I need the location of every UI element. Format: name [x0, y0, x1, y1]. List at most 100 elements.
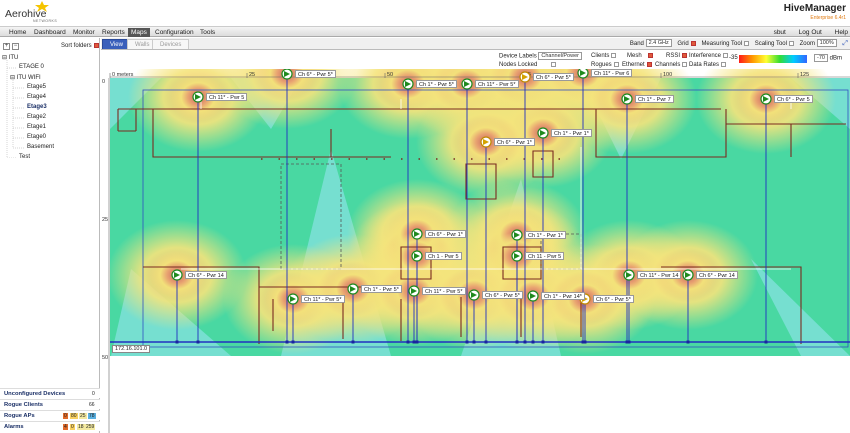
fullscreen-icon[interactable]: ⤢	[842, 40, 848, 47]
map-tabs: View Walls Devices Band 2.4 GHz Grid Mea…	[101, 38, 850, 50]
nodes-locked[interactable]: Nodes Locked	[499, 61, 557, 69]
unconfigured-devices-box[interactable]: Unconfigured Devices 0	[0, 388, 100, 398]
ruler-x-label: 25	[249, 72, 255, 78]
ruler-x-label: 0 meters	[112, 72, 134, 78]
count-unconfigured: 0	[92, 391, 95, 397]
cable-port	[686, 340, 690, 344]
ruler-y-label: 0	[102, 79, 105, 85]
aerohive-logo[interactable]: Aerohive NETWORKS	[5, 1, 65, 24]
sort-folders[interactable]: Sort folders	[61, 43, 99, 49]
ruler-x-label: 100	[663, 72, 672, 78]
folder-tree-panel: + − Sort folders ⊟ ITU ETAGE 0 ⊟ ITU WIF…	[0, 38, 100, 433]
ap-label[interactable]: Ch 1 - Pwr 5	[425, 252, 462, 260]
channels-checkbox[interactable]	[682, 61, 688, 67]
interference-option[interactable]: Interference	[689, 52, 729, 60]
rogues-checkbox[interactable]	[613, 61, 619, 67]
ap-label[interactable]: Ch 6* - Pwr 5*	[533, 73, 574, 81]
sort-folders-checkbox[interactable]	[93, 43, 99, 48]
ethernet-checkbox[interactable]	[646, 61, 652, 67]
logout-link[interactable]: Log Out	[799, 29, 822, 36]
interference-checkbox[interactable]	[723, 52, 729, 58]
rssi-min-label: -35	[729, 55, 738, 61]
mesh-checkbox[interactable]	[647, 52, 653, 58]
ap-label[interactable]: Ch 1* - Pwr 7	[635, 95, 674, 103]
rogue-clients-box[interactable]: Rogue Clients 66	[0, 399, 100, 409]
device-labels-select[interactable]: Channel/Power	[538, 52, 582, 60]
cable-port	[764, 340, 768, 344]
ap-label[interactable]: Ch 6* - Pwr 1*	[425, 230, 466, 238]
cable-port	[484, 340, 488, 344]
data-rates-option[interactable]: Data Rates	[689, 61, 727, 69]
tab-devices[interactable]: Devices	[152, 39, 190, 49]
ap-label[interactable]: Ch 1* - Pwr 14*	[541, 292, 585, 300]
ap-label[interactable]: Ch 6* - Pwr 1*	[494, 138, 535, 146]
scaling-tool-label: Scaling Tool	[754, 41, 787, 47]
menu-reports[interactable]: Reports	[99, 28, 128, 37]
product-version: Enterprise 6.4r1	[810, 15, 846, 21]
menu-tools[interactable]: Tools	[197, 28, 218, 37]
ap-label[interactable]: Ch 6* - Pwr 14	[696, 271, 738, 279]
floor-plan-canvas[interactable]: 0 meters25507510012502550	[101, 69, 850, 433]
ap-label[interactable]: Ch 11 - Pwr 5	[525, 252, 565, 260]
band-select[interactable]: 2.4 GHz	[645, 39, 672, 48]
ap-label[interactable]: Ch 6* - Pwr 14	[185, 271, 227, 279]
cable-port	[627, 340, 631, 344]
ap-label[interactable]: Ch 6* - Pwr 5*	[295, 70, 336, 78]
count-alarms-1: 0	[70, 424, 75, 430]
rssi-option[interactable]: RSSI	[666, 52, 688, 60]
cable-port	[541, 340, 545, 344]
clients-checkbox[interactable]	[611, 52, 617, 58]
ap-label[interactable]: Ch 6* - Pwr 5	[774, 95, 813, 103]
menu-home[interactable]: Home	[6, 28, 29, 37]
floor-map[interactable]: 0 meters25507510012502550 Ch 11* - Pwr 5…	[101, 69, 850, 433]
alarms-box[interactable]: Alarms 4 0 18 259	[0, 421, 100, 431]
ap-label[interactable]: Ch 6* - Pwr 5*	[482, 291, 523, 299]
menu-monitor[interactable]: Monitor	[70, 28, 98, 37]
ap-label[interactable]: Ch 11* - Pwr 14	[637, 271, 682, 279]
band-label: Band	[629, 41, 644, 47]
ap-label[interactable]: Ch 1* - Pwr 1*	[525, 231, 566, 239]
count-rogue-aps-1: 80	[70, 413, 78, 419]
ap-label[interactable]: Ch 11* - Pwr 5*	[475, 80, 519, 88]
ap-label[interactable]: Ch 11* - Pwr 6	[591, 69, 633, 77]
count-alarms-0: 4	[63, 424, 68, 430]
menu-configuration[interactable]: Configuration	[152, 28, 197, 37]
channels-option[interactable]: Channels	[655, 61, 688, 69]
ap-label[interactable]: Ch 6* - Pwr 5*	[593, 295, 634, 303]
header: Aerohive NETWORKS HiveManager Enterprise…	[0, 0, 850, 26]
grid-checkbox[interactable]	[690, 40, 696, 46]
ap-label[interactable]: Ch 1* - Pwr 5*	[416, 80, 457, 88]
user-name[interactable]: sbut	[774, 29, 786, 36]
help-link[interactable]: Help	[835, 29, 848, 36]
clients-option[interactable]: Clients	[591, 52, 617, 60]
scaling-tool-checkbox[interactable]	[788, 40, 794, 46]
ap-label[interactable]: Ch 1* - Pwr 5*	[361, 285, 402, 293]
hivemanager-app: Aerohive NETWORKS HiveManager Enterprise…	[0, 0, 850, 433]
menu-dashboard[interactable]: Dashboard	[31, 28, 69, 37]
rssi-checkbox[interactable]	[682, 52, 688, 58]
count-alarms-2: 18	[77, 424, 85, 430]
ap-label[interactable]: Ch 1* - Pwr 1*	[551, 129, 592, 137]
ap-label[interactable]: Ch 11* - Pwr 5	[206, 93, 248, 101]
cable-port	[465, 340, 469, 344]
tree-item-basement[interactable]: Basement	[27, 144, 54, 150]
ethernet-option[interactable]: Ethernet	[622, 61, 652, 69]
zoom-select[interactable]: 100%	[816, 39, 837, 48]
menu-maps[interactable]: Maps	[128, 28, 150, 37]
cable-port	[415, 340, 419, 344]
ap-label[interactable]: Ch 11* - Pwr 5*	[422, 287, 466, 295]
rogue-aps-box[interactable]: Rogue APs 0 80 25 78	[0, 410, 100, 420]
cable-port	[285, 340, 289, 344]
cable-port	[351, 340, 355, 344]
data-rates-checkbox[interactable]	[721, 61, 727, 67]
ap-label[interactable]: Ch 11* - Pwr 5*	[301, 295, 345, 303]
rssi-threshold-select[interactable]: -70	[814, 54, 828, 62]
measuring-tool-checkbox[interactable]	[744, 40, 750, 46]
mesh-option[interactable]: Mesh	[627, 52, 653, 60]
subnet-label: 172.16.101.0	[112, 345, 151, 353]
count-rogue-aps-2: 25	[79, 413, 87, 419]
rogues-option[interactable]: Rogues	[591, 61, 619, 69]
nodes-locked-checkbox[interactable]	[551, 61, 557, 67]
product-brand: HiveManager Enterprise 6.4r1	[784, 3, 846, 21]
logo-sub: NETWORKS	[33, 19, 58, 23]
